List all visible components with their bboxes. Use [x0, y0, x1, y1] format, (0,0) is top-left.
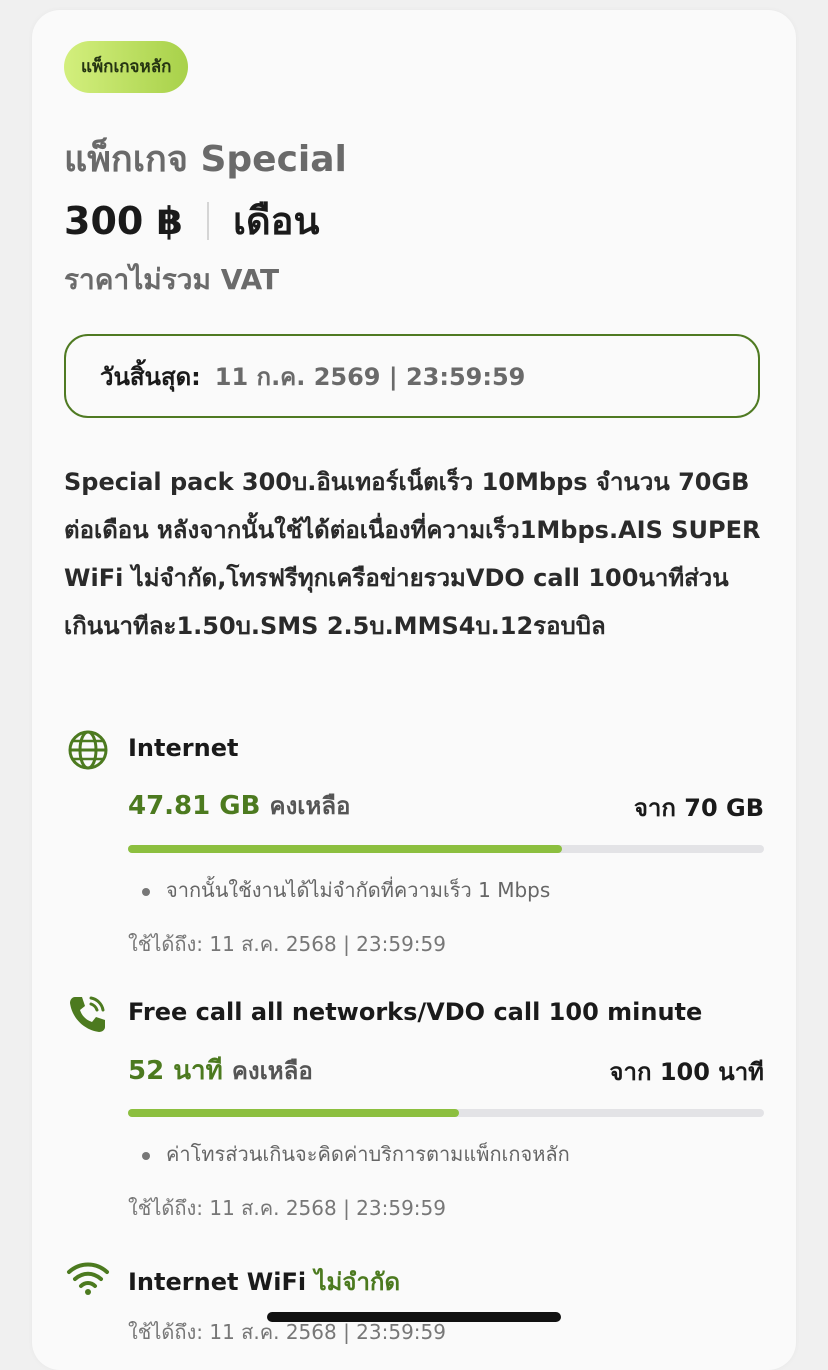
- package-price: 300 ฿: [64, 198, 183, 243]
- internet-progress-fill: [128, 845, 563, 853]
- call-title: Free call all networks/VDO call 100 minu…: [128, 998, 703, 1026]
- main-package-badge: แพ็กเกจหลัก: [64, 41, 189, 93]
- price-row: 300 ฿ เดือน: [64, 190, 319, 251]
- internet-valid-until: ใช้ได้ถึง: 11 ส.ค. 2568 | 23:59:59: [128, 932, 446, 956]
- internet-note-text: จากนั้นใช้งานได้ไม่จำกัดที่ความเร็ว 1 Mb…: [166, 878, 551, 902]
- call-note-text: ค่าโทรส่วนเกินจะคิดค่าบริการตามแพ็กเกจหล…: [166, 1142, 570, 1166]
- vat-note: ราคาไม่รวม VAT: [64, 263, 280, 296]
- internet-remaining-amount: 47.81 GB: [128, 791, 261, 821]
- call-remaining-amount: 52 นาที: [128, 1056, 223, 1086]
- call-progress-fill: [128, 1109, 459, 1117]
- call-note: ค่าโทรส่วนเกินจะคิดค่าบริการตามแพ็กเกจหล…: [142, 1138, 570, 1170]
- call-valid-until: ใช้ได้ถึง: 11 ส.ค. 2568 | 23:59:59: [128, 1196, 446, 1220]
- wifi-title-text: Internet WiFi: [128, 1268, 307, 1296]
- package-card: แพ็กเกจหลัก แพ็กเกจ Special 300 ฿ เดือน …: [32, 10, 796, 1370]
- package-description: Special pack 300บ.อินเทอร์เน็ตเร็ว 10Mbp…: [64, 468, 761, 640]
- price-divider: [207, 201, 209, 240]
- bullet-dot: [142, 1151, 150, 1160]
- call-remaining: 52 นาที คงเหลือ: [128, 1050, 313, 1091]
- internet-note: จากนั้นใช้งานได้ไม่จำกัดที่ความเร็ว 1 Mb…: [142, 874, 550, 906]
- internet-progress-bar: [128, 845, 764, 853]
- call-progress-bar: [128, 1109, 764, 1117]
- internet-total: จาก 70 GB: [633, 794, 764, 822]
- wifi-icon: [67, 1262, 109, 1295]
- wifi-title: Internet WiFi ไม่จำกัด: [128, 1262, 400, 1301]
- bullet-dot: [142, 887, 150, 896]
- call-remaining-label: คงเหลือ: [231, 1057, 313, 1085]
- internet-remaining-label: คงเหลือ: [269, 792, 351, 820]
- expiry-label: วันสิ้นสุด:: [100, 362, 201, 391]
- package-period: เดือน: [233, 199, 320, 243]
- wifi-unlimited-label: ไม่จำกัด: [314, 1268, 401, 1296]
- call-total: จาก 100 นาที: [609, 1058, 764, 1086]
- internet-remaining: 47.81 GB คงเหลือ: [128, 786, 350, 825]
- phone-call-icon: [70, 996, 105, 1032]
- expiry-value: 11 ก.ค. 2569 | 23:59:59: [214, 362, 526, 391]
- home-indicator[interactable]: [267, 1312, 561, 1322]
- internet-title: Internet: [128, 734, 239, 762]
- globe-icon: [68, 730, 108, 770]
- expiry-box: วันสิ้นสุด: 11 ก.ค. 2569 | 23:59:59: [64, 334, 760, 418]
- package-title: แพ็กเกจ Special: [64, 139, 347, 180]
